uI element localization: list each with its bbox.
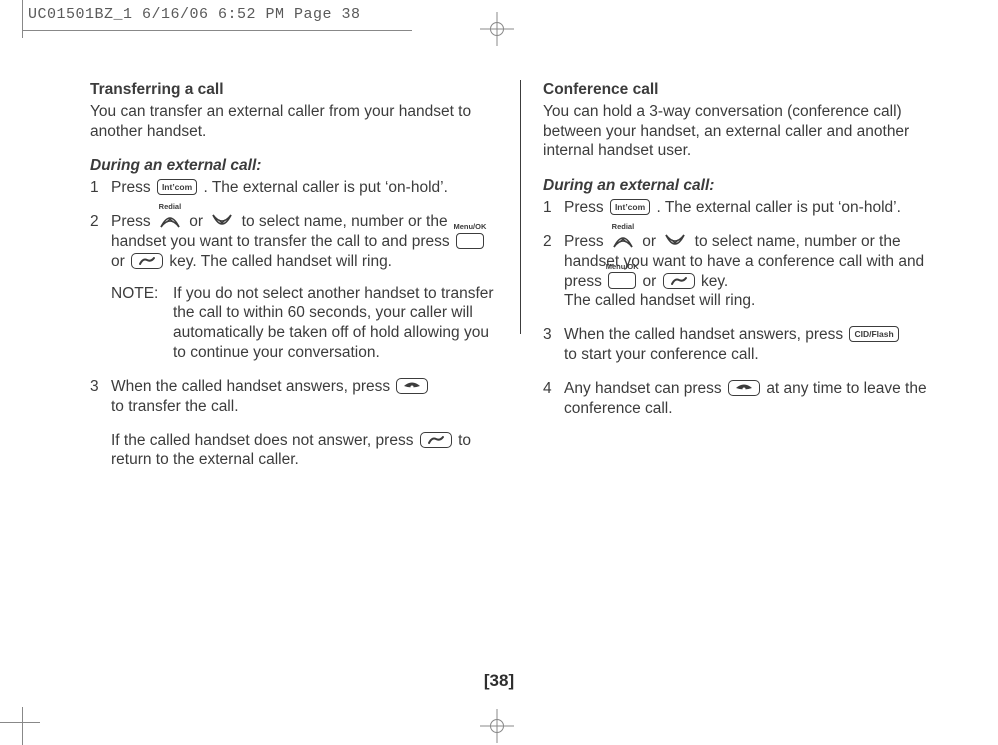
- text: key.: [701, 273, 728, 290]
- text: When the called handset answers, press: [564, 326, 843, 343]
- step-body: Press Redial or to select name, number o…: [564, 232, 951, 311]
- step-3: 3 When the called handset answers, press…: [543, 325, 951, 365]
- up-key-icon: Redial: [610, 232, 636, 252]
- registration-mark-icon: [480, 12, 514, 46]
- text: If the called handset does not answer, p…: [111, 432, 413, 449]
- text: Press: [564, 199, 604, 216]
- note: NOTE: If you do not select another hands…: [111, 284, 502, 363]
- step-number: 2: [90, 212, 104, 363]
- text: or: [642, 233, 656, 250]
- intcom-key-icon: Int’com: [157, 179, 197, 196]
- crop-mark: [22, 30, 412, 31]
- text: . The external caller is put ‘on-hold’.: [203, 179, 447, 196]
- page-content: Transferring a call You can transfer an …: [90, 80, 960, 484]
- key-label: Redial: [159, 202, 182, 212]
- step-1: 1 Press Int’com . The external caller is…: [90, 178, 502, 198]
- step-body: Any handset can press at any time to lea…: [564, 379, 951, 419]
- text: or: [643, 273, 657, 290]
- subheading: During an external call:: [90, 156, 502, 176]
- text: key. The called handset will ring.: [169, 253, 392, 270]
- right-column: Conference call You can hold a 3-way con…: [521, 80, 951, 484]
- left-column: Transferring a call You can transfer an …: [90, 80, 520, 484]
- key-label: Menu/OK: [606, 262, 639, 272]
- talk-key-icon: [663, 273, 695, 289]
- end-key-icon: [396, 378, 428, 394]
- step-number: 1: [543, 198, 557, 218]
- talk-key-icon: [420, 432, 452, 448]
- up-key-icon: Redial: [157, 212, 183, 232]
- text: to start your conference call.: [564, 345, 951, 365]
- crop-header-text: UC01501BZ_1 6/16/06 6:52 PM Page 38: [28, 6, 361, 23]
- registration-mark-icon: [480, 709, 514, 743]
- text: to transfer the call.: [111, 397, 502, 417]
- cid-flash-key-icon: CID/Flash: [849, 326, 898, 343]
- intcom-key-icon: Int’com: [610, 199, 650, 216]
- step-1: 1 Press Int’com . The external caller is…: [543, 198, 951, 218]
- step-number: 1: [90, 178, 104, 198]
- text: The called handset will ring.: [564, 291, 951, 311]
- crop-mark: [22, 707, 23, 745]
- text: Press: [111, 179, 151, 196]
- note-body: If you do not select another handset to …: [173, 284, 502, 363]
- menu-ok-key-icon: Menu/OK: [456, 232, 484, 252]
- text: Press: [111, 213, 151, 230]
- step-number: 4: [543, 379, 557, 419]
- menu-ok-key-icon: Menu/OK: [608, 272, 636, 292]
- intro-text: You can transfer an external caller from…: [90, 102, 502, 142]
- intro-text: You can hold a 3-way conversation (confe…: [543, 102, 951, 161]
- key-label: Redial: [612, 222, 635, 232]
- key-label: Menu/OK: [453, 222, 486, 232]
- text: . The external caller is put ‘on-hold’.: [656, 199, 900, 216]
- section-title: Conference call: [543, 80, 951, 100]
- text: Press: [564, 233, 604, 250]
- step-4: 4 Any handset can press at any time to l…: [543, 379, 951, 419]
- text: Any handset can press: [564, 380, 722, 397]
- text: or: [189, 213, 203, 230]
- step-number: 2: [543, 232, 557, 311]
- step-body: Press Redial or to select name, number o…: [111, 212, 502, 363]
- step-3: 3 When the called handset answers, press…: [90, 377, 502, 470]
- subheading: During an external call:: [543, 176, 951, 196]
- text: When the called handset answers, press: [111, 378, 390, 395]
- page-number: [38]: [484, 671, 514, 691]
- crop-mark: [0, 722, 40, 723]
- step-body: Press Int’com . The external caller is p…: [564, 198, 951, 218]
- step-number: 3: [90, 377, 104, 470]
- section-title: Transferring a call: [90, 80, 502, 100]
- step-body: When the called handset answers, press t…: [111, 377, 502, 470]
- step-2: 2 Press Redial or to select name, number…: [543, 232, 951, 311]
- step-2: 2 Press Redial or to select name, number…: [90, 212, 502, 363]
- end-key-icon: [728, 380, 760, 396]
- text: or: [111, 253, 125, 270]
- step-body: When the called handset answers, press C…: [564, 325, 951, 365]
- talk-key-icon: [131, 253, 163, 269]
- step-body: Press Int’com . The external caller is p…: [111, 178, 502, 198]
- down-key-icon: [209, 212, 235, 232]
- note-label: NOTE:: [111, 284, 167, 363]
- step-number: 3: [543, 325, 557, 365]
- crop-mark: [22, 0, 23, 38]
- down-key-icon: [662, 232, 688, 252]
